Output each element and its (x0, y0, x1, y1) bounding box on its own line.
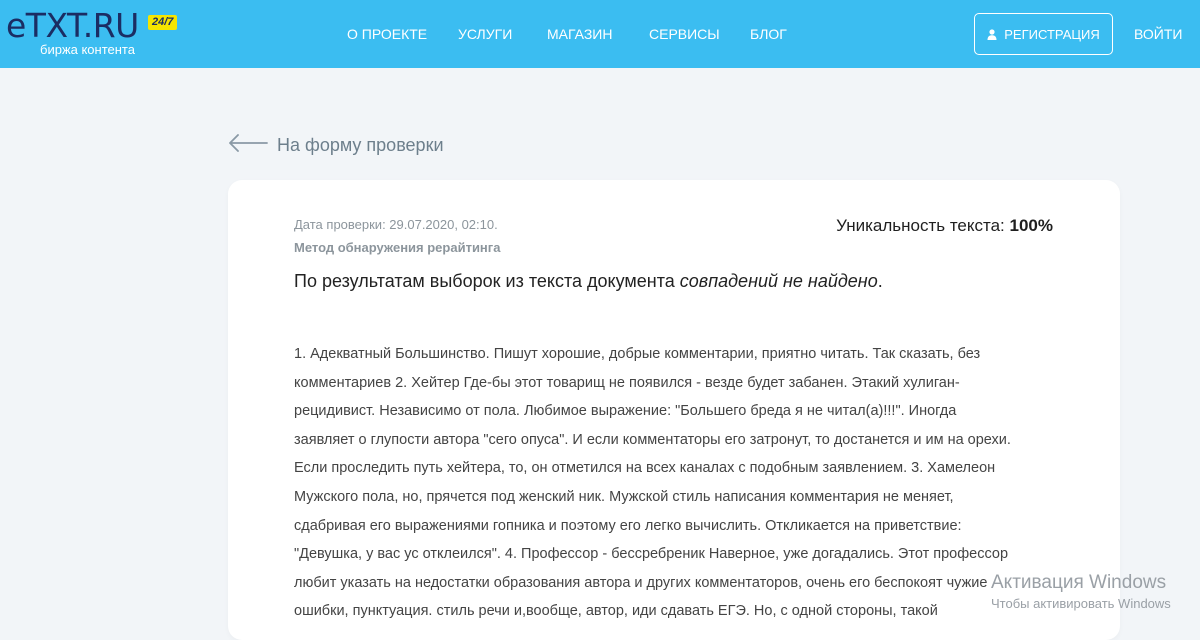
top-nav-bar: eTXT.RU 24/7 биржа контента О ПРОЕКТЕ УС… (0, 0, 1200, 68)
user-icon (987, 28, 997, 40)
text-line: "Девушка, у вас ус отклеился". 4. Профес… (294, 546, 1009, 563)
register-label: РЕГИСТРАЦИЯ (1004, 26, 1100, 42)
logo-subtitle: биржа контента (40, 42, 135, 57)
checked-text: 1. Адекватный Большинство. Пишут хорошие… (294, 340, 1039, 626)
nav-tools[interactable]: СЕРВИСЫ (649, 25, 720, 43)
login-link[interactable]: ВОЙТИ (1134, 25, 1182, 43)
result-prefix: По результатам выборок из текста докумен… (294, 271, 680, 291)
back-link-label: На форму проверки (277, 135, 444, 155)
text-line: любит указать на недостатки образования … (294, 574, 988, 591)
result-suffix: . (877, 271, 883, 291)
uniqueness-score: Уникальность текста: 100% (836, 215, 1053, 237)
nav-about[interactable]: О ПРОЕКТЕ (347, 25, 427, 43)
text-line: Мужского пола, но, прячется под женский … (294, 488, 954, 505)
check-date: Дата проверки: 29.07.2020, 02:10. (294, 217, 498, 232)
nav-shop[interactable]: МАГАЗИН (547, 25, 612, 43)
nav-blog[interactable]: БЛОГ (750, 25, 787, 43)
text-line: комментариев 2. Хейтер Где-бы этот товар… (294, 374, 960, 391)
text-line: 1. Адекватный Большинство. Пишут хорошие… (294, 346, 981, 362)
uniqueness-label: Уникальность текста: (836, 216, 1005, 235)
arrow-left-icon (228, 133, 268, 157)
result-summary: По результатам выборок из текста докумен… (294, 269, 883, 293)
detection-method-link[interactable]: Метод обнаружения рерайтинга (294, 239, 500, 256)
logo-badge: 24/7 (148, 15, 178, 30)
text-line: ошибки, пунктуация. стиль речи и,вообще,… (294, 603, 938, 620)
etxt-logo[interactable]: eTXT.RU 24/7 биржа контента (6, 8, 196, 60)
nav-services[interactable]: УСЛУГИ (458, 25, 512, 43)
logo-text: eTXT.RU (6, 6, 139, 45)
check-result-card: Дата проверки: 29.07.2020, 02:10. Метод … (228, 180, 1120, 640)
text-line: рецидивист. Независимо от пола. Любимое … (294, 403, 957, 420)
result-emphasis: совпадений не найдено (679, 271, 878, 291)
text-line: сдабривая его выражениями гопника и поэт… (294, 517, 962, 534)
text-line: заявляет о глупости автора "сего опуса".… (294, 431, 1011, 448)
uniqueness-value: 100% (1009, 216, 1053, 235)
text-line: Если проследить путь хейтера, то, он отм… (294, 460, 996, 477)
back-to-check-form-link[interactable]: На форму проверки (228, 132, 444, 158)
register-button[interactable]: РЕГИСТРАЦИЯ (974, 13, 1113, 55)
